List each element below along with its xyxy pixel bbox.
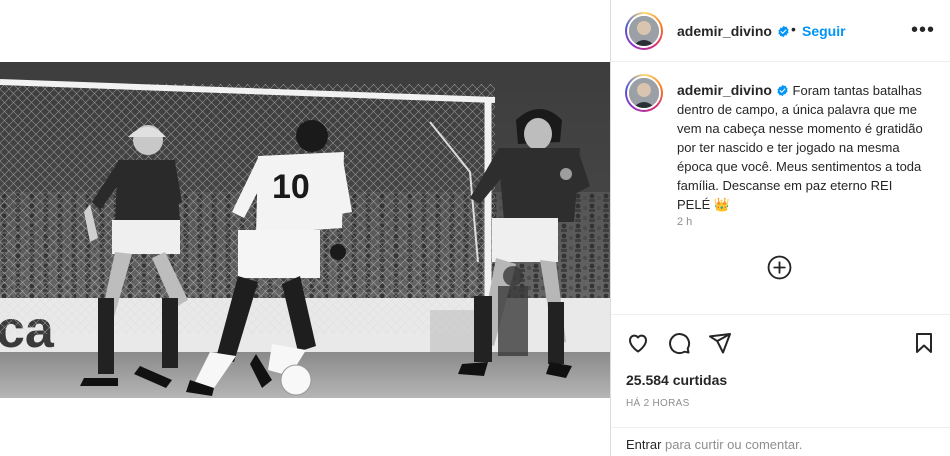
caption-text: Foram tantas batalhas dentro de campo, a… [677, 83, 923, 212]
jersey-number: 10 [272, 168, 310, 206]
separator-dot: • [791, 21, 796, 37]
post-sidebar: ademir_divino • Seguir ••• ademir_divino [610, 0, 950, 456]
football-match-photo: ca [0, 62, 610, 398]
caption-section: ademir_divino Foram tantas batalhas dent… [611, 62, 950, 314]
post-photo[interactable]: ca [0, 62, 610, 398]
author-avatar[interactable] [625, 12, 663, 50]
post-time[interactable]: HÁ 2 HORAS [626, 398, 690, 409]
add-comment-icon[interactable] [767, 255, 792, 280]
comment-prompt: Entrar para curtir ou comentar. [626, 437, 802, 452]
verified-icon [772, 83, 789, 98]
crown-emoji: 👑 [713, 197, 731, 212]
avatar-photo [629, 16, 659, 46]
comment-icon[interactable] [667, 331, 691, 355]
media-pane: ca [0, 0, 610, 456]
post-header: ademir_divino • Seguir ••• [611, 0, 950, 62]
post-caption: ademir_divino Foram tantas batalhas dent… [677, 81, 927, 214]
follow-button[interactable]: Seguir [802, 23, 846, 39]
caption-username[interactable]: ademir_divino [677, 82, 772, 98]
avatar-photo [629, 78, 659, 108]
comment-prompt-text: para curtir ou comentar. [661, 437, 803, 452]
more-options-icon[interactable]: ••• [911, 20, 935, 40]
action-bar [611, 314, 950, 370]
author-username[interactable]: ademir_divino [677, 23, 772, 39]
bookmark-icon[interactable] [912, 331, 936, 355]
comment-bar: Entrar para curtir ou comentar. [611, 427, 950, 456]
caption-avatar[interactable] [625, 74, 663, 112]
heart-icon[interactable] [626, 331, 650, 355]
share-icon[interactable] [708, 331, 732, 355]
verified-icon [773, 23, 790, 41]
login-link[interactable]: Entrar [626, 437, 661, 452]
caption-timestamp[interactable]: 2 h [677, 216, 692, 228]
likes-count[interactable]: 25.584 curtidas [626, 372, 727, 388]
